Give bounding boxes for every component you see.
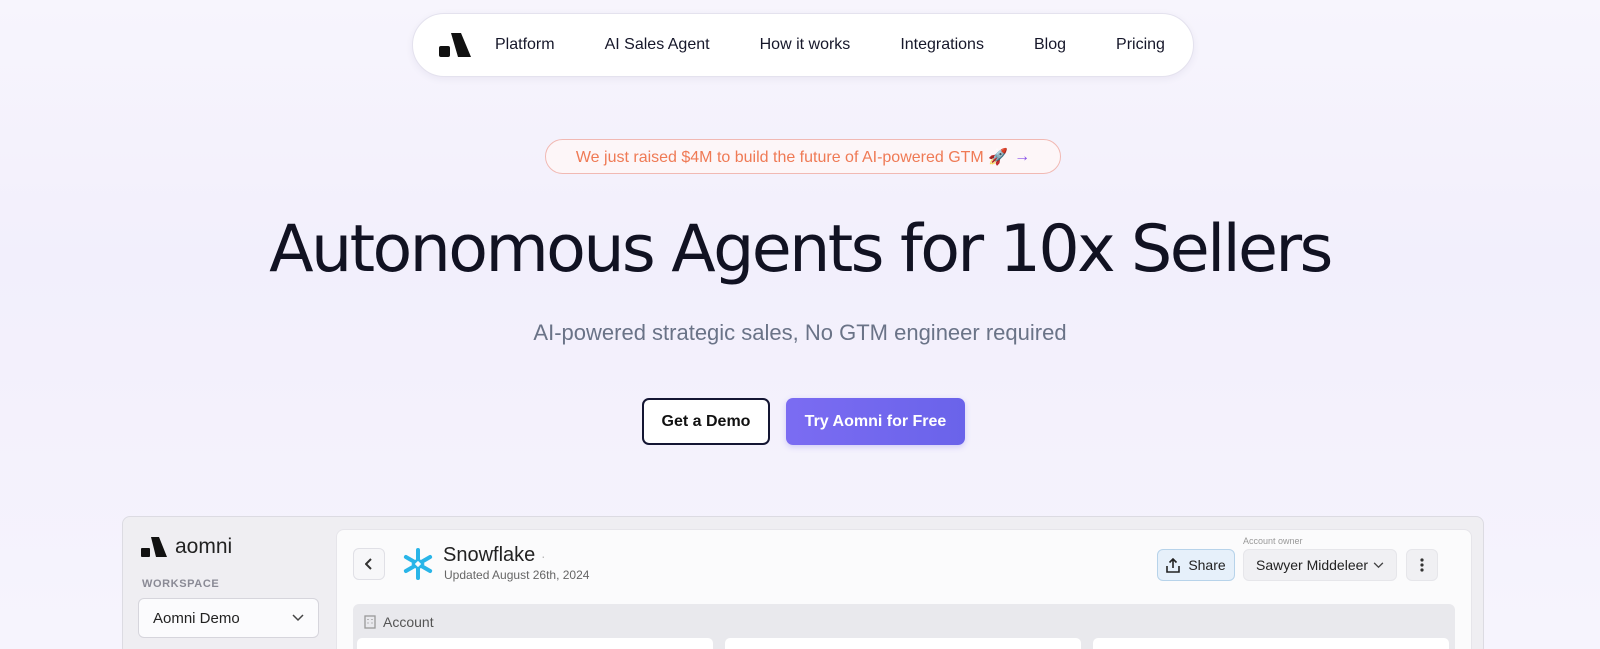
back-button[interactable]	[353, 548, 385, 580]
account-section-label: Account	[383, 614, 434, 630]
logo-icon	[141, 537, 167, 557]
workspace-value: Aomni Demo	[153, 609, 240, 627]
nav-item-blog[interactable]: Blog	[1034, 36, 1066, 54]
kebab-menu-icon	[1420, 558, 1424, 572]
snowflake-icon	[403, 548, 433, 580]
account-name: Snowflake	[443, 544, 536, 566]
app-brand: aomni	[141, 535, 232, 559]
share-label: Share	[1188, 557, 1226, 573]
logo-icon[interactable]	[439, 33, 471, 57]
funding-banner[interactable]: We just raised $4M to build the future o…	[545, 139, 1061, 174]
owner-value: Sawyer Middeleer	[1256, 557, 1369, 573]
workspace-select[interactable]: Aomni Demo	[138, 598, 319, 638]
owner-select[interactable]: Sawyer Middeleer	[1243, 549, 1397, 581]
owner-label: Account owner	[1243, 536, 1303, 546]
chevron-down-icon	[1373, 561, 1384, 568]
account-status-dot: ·	[541, 548, 546, 564]
nav-item-how-it-works[interactable]: How it works	[760, 36, 851, 54]
account-card	[725, 638, 1081, 649]
banner-text: We just raised $4M to build the future o…	[575, 148, 1009, 166]
account-updated: Updated August 26th, 2024	[444, 568, 590, 582]
account-panel: Snowflake · Updated August 26th, 2024 Sh…	[336, 529, 1472, 649]
nav-item-integrations[interactable]: Integrations	[900, 36, 984, 54]
account-card	[357, 638, 713, 649]
share-icon	[1166, 557, 1181, 573]
app-preview: aomni WORKSPACE Aomni Demo Snowflake · U…	[122, 516, 1484, 649]
get-demo-button[interactable]: Get a Demo	[642, 398, 770, 445]
top-nav: Platform AI Sales Agent How it works Int…	[412, 13, 1194, 77]
share-button[interactable]: Share	[1157, 549, 1235, 581]
nav-item-platform[interactable]: Platform	[495, 36, 555, 54]
workspace-label: WORKSPACE	[142, 578, 220, 590]
hero-subtitle: AI-powered strategic sales, No GTM engin…	[533, 320, 1067, 345]
account-section-header: Account	[363, 614, 434, 630]
arrow-right-icon: →	[1014, 147, 1031, 165]
more-options-button[interactable]	[1406, 549, 1438, 581]
account-card	[1093, 638, 1449, 649]
nav-item-ai-sales-agent[interactable]: AI Sales Agent	[605, 36, 710, 54]
nav-item-pricing[interactable]: Pricing	[1116, 36, 1165, 54]
try-free-button[interactable]: Try Aomni for Free	[786, 398, 965, 445]
app-brand-name: aomni	[175, 535, 233, 558]
hero-title: Autonomous Agents for 10x Sellers	[269, 212, 1333, 287]
chevron-down-icon	[292, 614, 304, 622]
building-icon	[364, 615, 376, 629]
chevron-left-icon	[365, 558, 372, 570]
account-section: Account	[353, 604, 1455, 649]
